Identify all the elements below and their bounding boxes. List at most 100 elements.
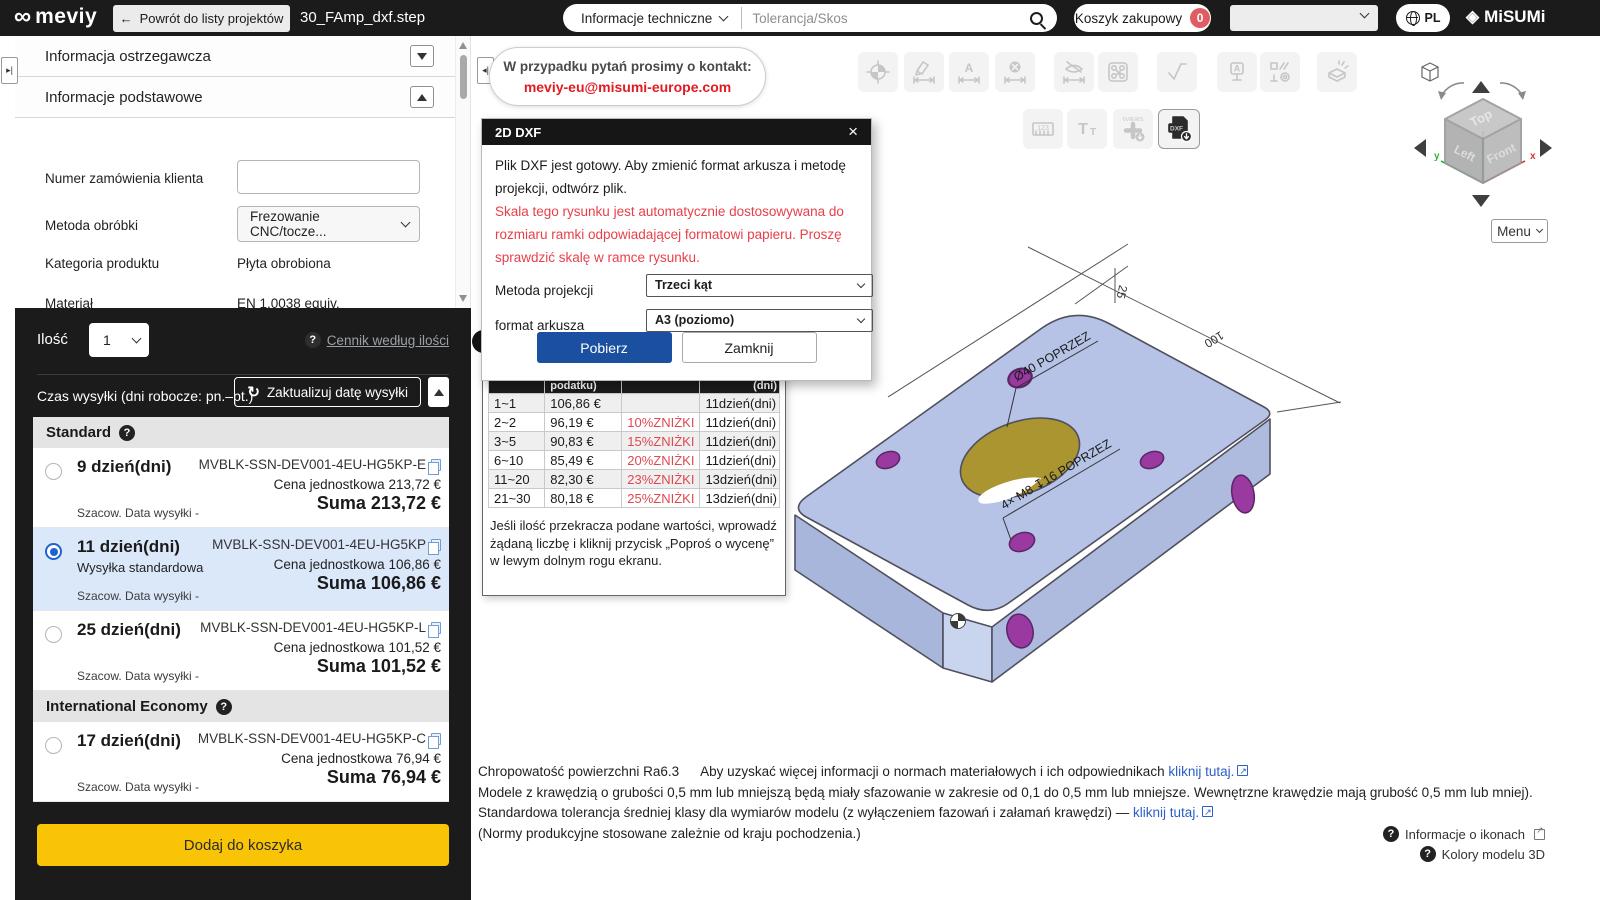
close-button[interactable]: Zamknij [681, 332, 817, 363]
cart-button[interactable]: Koszyk zakupowy 0 [1074, 4, 1211, 32]
close-icon[interactable]: × [848, 122, 858, 142]
external-link-icon [1534, 825, 1545, 840]
language-button[interactable]: PL [1396, 4, 1450, 32]
projection-select[interactable]: Trzeci kąt [646, 274, 873, 297]
radio-button-selected[interactable] [45, 543, 62, 560]
ruler-123-icon: 123 [1032, 122, 1054, 136]
help-icon[interactable] [119, 424, 136, 441]
download-button[interactable]: Pobierz [536, 332, 672, 363]
copy-icon[interactable] [428, 458, 441, 475]
shipping-options-list: Standard 9 dzień(dni) MVBLK-SSN-DEV001-4… [33, 417, 449, 802]
basic-section-toggle[interactable] [410, 86, 434, 108]
dxf-download-icon: DXF [1168, 116, 1193, 143]
copy-icon[interactable] [428, 538, 441, 555]
discount-cell: 25%ZNIŻKI [621, 488, 701, 508]
part-number: MVBLK-SSN-DEV001-4EU-HG5KP-L [200, 620, 426, 635]
shipping-option-9-days[interactable]: 9 dzień(dni) MVBLK-SSN-DEV001-4EU-HG5KP-… [33, 448, 449, 528]
help-icon[interactable] [215, 698, 232, 715]
viewer-menu-button[interactable]: Menu [1491, 219, 1548, 243]
rotate-west-icon[interactable] [1414, 139, 1426, 157]
tolerance-symbols-icon [1270, 62, 1290, 82]
text-dimension-tool-button[interactable]: A [949, 52, 989, 92]
rotate-down-icon[interactable] [1472, 195, 1490, 207]
rotate-up-icon[interactable] [1472, 81, 1490, 93]
modal-message: Plik DXF jest gotowy. Aby zmienić format… [495, 158, 846, 196]
search-input[interactable] [742, 10, 1030, 26]
panel-scrollbar[interactable] [455, 36, 470, 308]
datum-label-tool-button[interactable]: A [1217, 52, 1257, 92]
option-days: 17 dzień(dni) [77, 731, 181, 750]
surface-finish-tool-button[interactable] [1098, 52, 1138, 92]
svg-text:123: 123 [1037, 125, 1049, 132]
price-by-quantity-link[interactable]: Cennik według ilości [304, 332, 449, 348]
collapse-shipping-button[interactable] [428, 377, 449, 407]
dxf-download-button[interactable]: DXF [1158, 109, 1200, 149]
price-cell: 96,19 € [544, 412, 623, 432]
rotate-right-icon[interactable] [1499, 82, 1526, 100]
six-views-download-button[interactable]: 6VIEWS [1113, 109, 1153, 149]
roughness-tool-button[interactable] [1157, 52, 1197, 92]
rotate-left-icon[interactable] [1438, 82, 1465, 100]
radio-button[interactable] [45, 463, 62, 480]
svg-text:T: T [1078, 121, 1088, 138]
back-to-projects-button[interactable]: ← Powrót do listy projektów [113, 5, 290, 32]
price-link-label[interactable]: Cennik według ilości [327, 333, 449, 348]
add-to-cart-button[interactable]: Dodaj do koszyka [37, 824, 449, 866]
order-number-input[interactable] [237, 160, 420, 194]
unfold-3d-tool-button[interactable] [1317, 52, 1357, 92]
copy-icon[interactable] [428, 732, 441, 749]
table-row: 3~5 90,83 € 15%ZNIŻKI 11dzień(dni) [487, 431, 780, 451]
qty-cell: 3~5 [487, 431, 546, 451]
option-sublabel: Wysyłka standardowa [77, 560, 204, 575]
misumi-logo-text: MiSUMi [1484, 7, 1546, 26]
account-select[interactable] [1230, 5, 1378, 31]
radio-button[interactable] [45, 626, 62, 643]
geometric-tolerance-tool-button[interactable] [1260, 52, 1300, 92]
shipping-option-11-days[interactable]: 11 dzień(dni) Wysyłka standardowa MVBLK-… [33, 528, 449, 611]
update-ship-date-button[interactable]: ↻ Zaktualizuj datę wysyłki [234, 377, 421, 407]
search-icon[interactable] [1030, 11, 1043, 25]
search-category-select[interactable]: Informacje techniczne [563, 11, 741, 26]
wireframe-cube-icon[interactable] [1421, 62, 1439, 82]
method-select[interactable]: Frezowanie CNC/tocze... [237, 206, 420, 242]
quantity-select[interactable]: 1 [89, 323, 149, 357]
edit-dimension-tool-button[interactable] [904, 52, 944, 92]
text-size-tool-button[interactable]: T T [1067, 109, 1107, 149]
scroll-down-icon[interactable] [459, 295, 467, 302]
expand-left-panel-button[interactable]: ▸| [1, 57, 18, 84]
scrollbar-thumb[interactable] [459, 55, 467, 99]
help-icon [1383, 826, 1400, 842]
rotate-east-icon[interactable] [1540, 139, 1552, 157]
total-price: Suma 101,52 € [316, 656, 441, 676]
sheet-format-select[interactable]: A3 (poziomo) [646, 309, 873, 332]
group-header-international: International Economy [33, 691, 449, 722]
cart-count-badge: 0 [1190, 8, 1211, 28]
radio-button[interactable] [45, 737, 62, 754]
tolerance-note: Standardowa tolerancja średniej klasy dl… [478, 805, 1130, 820]
part-number: MVBLK-SSN-DEV001-4EU-HG5KP-C [197, 731, 426, 746]
projection-value: Trzeci kąt [655, 278, 712, 292]
material-standards-link[interactable]: kliknij tutaj. [1168, 764, 1234, 779]
refresh-icon: ↻ [247, 384, 260, 401]
model-colors-link[interactable]: Kolory modelu 3D [1383, 844, 1545, 864]
delete-dimension-tool-button[interactable] [995, 52, 1035, 92]
datum-target-tool-button[interactable] [858, 52, 898, 92]
warning-section-toggle[interactable] [410, 45, 434, 67]
meviy-logo[interactable]: ∞ meviy [14, 4, 97, 30]
icon-info-link[interactable]: Informacje o ikonach [1383, 824, 1545, 844]
discount-cell: 23%ZNIŻKI [621, 469, 701, 489]
scroll-up-icon[interactable] [459, 42, 467, 49]
shipping-option-17-days[interactable]: 17 dzień(dni) MVBLK-SSN-DEV001-4EU-HG5KP… [33, 722, 449, 802]
project-filename: 30_FAmp_dxf.step [300, 9, 426, 26]
price-popup-note: Jeśli ilość przekracza podane wartości, … [490, 518, 777, 568]
modal-warning: Skala tego rysunku jest automatycznie do… [495, 204, 844, 265]
measure-tool-button[interactable]: 123 [1023, 109, 1063, 149]
contact-email-link[interactable]: meviy-eu@misumi-europe.com [490, 79, 765, 95]
table-row: 11~20 82,30 € 23%ZNIŻKI 13dzień(dni) [487, 469, 780, 489]
copy-icon[interactable] [428, 621, 441, 638]
hide-dimension-tool-button[interactable] [1054, 52, 1094, 92]
shipping-option-25-days[interactable]: 25 dzień(dni) MVBLK-SSN-DEV001-4EU-HG5KP… [33, 611, 449, 691]
tolerance-link[interactable]: kliknij tutaj. [1133, 805, 1199, 820]
view-cube-widget[interactable]: Top Left Front y x [1408, 55, 1558, 215]
cart-label: Koszyk zakupowy [1074, 10, 1183, 26]
